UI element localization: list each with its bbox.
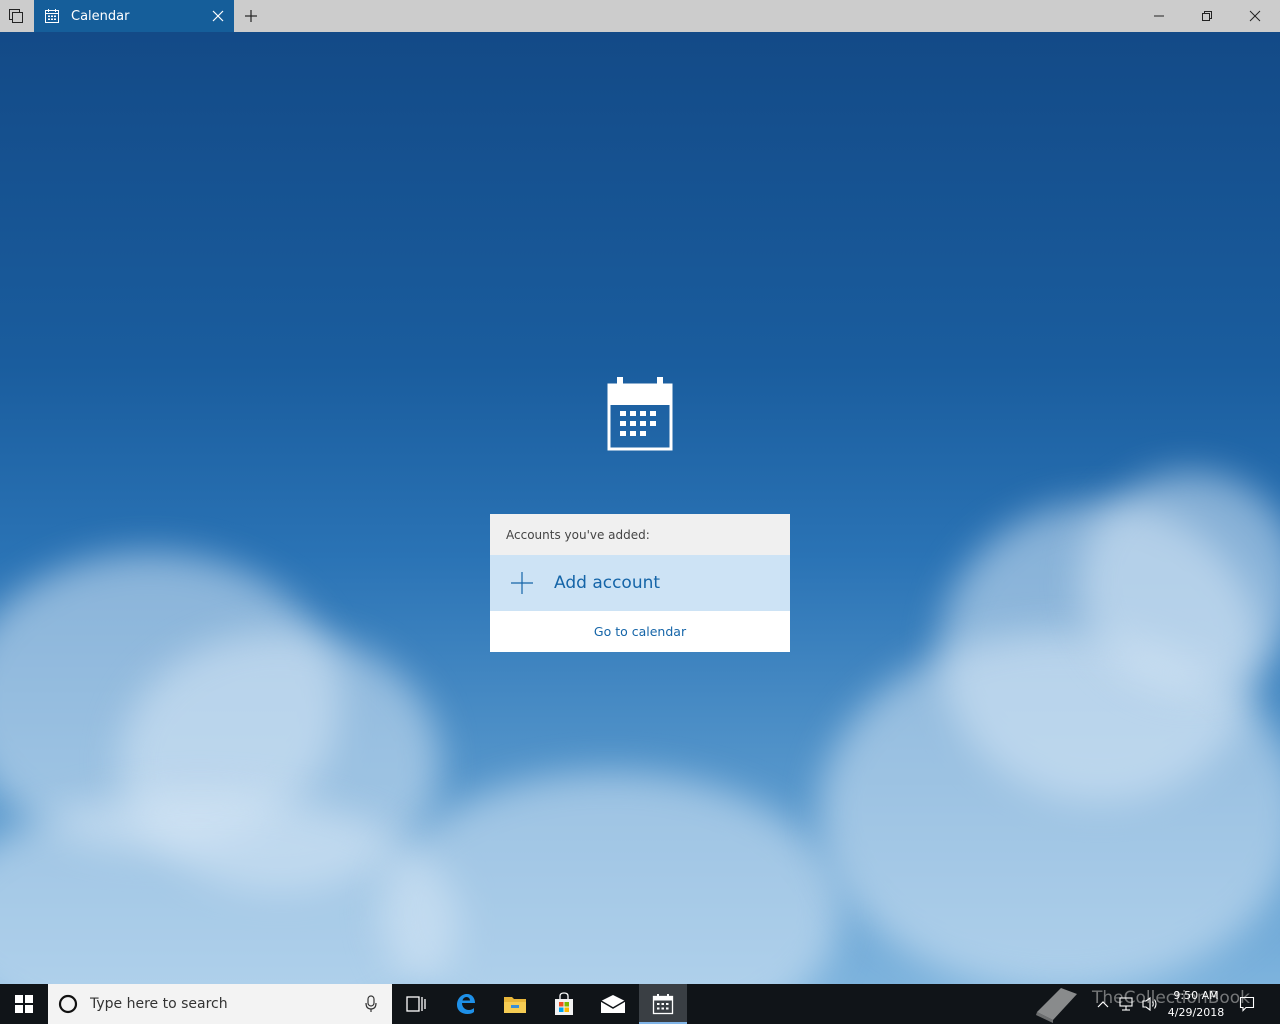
close-tab-icon[interactable] [210, 8, 226, 24]
volume-button[interactable] [1138, 984, 1162, 1024]
plus-icon [245, 10, 257, 22]
tabs-aside-icon [9, 9, 23, 23]
accounts-panel: Accounts you've added: Add account Go to… [490, 514, 790, 652]
system-clock[interactable]: 9:50 AM 4/29/2018 [1164, 987, 1228, 1021]
store-bag-icon [555, 992, 573, 1015]
plus-icon [511, 572, 533, 594]
close-window-button[interactable] [1232, 0, 1278, 32]
watermark-book-logo [1028, 984, 1084, 1024]
notification-icon [1239, 996, 1255, 1012]
tab-calendar[interactable]: Calendar [34, 0, 234, 32]
title-bar: Calendar [0, 0, 1280, 32]
task-view-icon [406, 996, 426, 1012]
cortana-icon [58, 994, 78, 1014]
file-explorer-button[interactable] [491, 984, 539, 1024]
set-aside-tabs-button[interactable] [0, 0, 32, 32]
chevron-up-icon [1097, 1001, 1109, 1008]
show-hidden-icons-button[interactable] [1092, 984, 1114, 1024]
windows-logo-icon [15, 995, 33, 1013]
restore-icon [1202, 11, 1212, 21]
close-icon [1249, 10, 1261, 22]
clock-time: 9:50 AM [1173, 989, 1219, 1002]
search-input[interactable] [88, 995, 352, 1013]
network-button[interactable] [1114, 984, 1138, 1024]
add-account-label: Add account [554, 573, 661, 593]
calendar-icon [652, 994, 674, 1015]
microphone-icon[interactable] [364, 995, 378, 1013]
speaker-icon [1142, 996, 1157, 1012]
book-icon [1036, 988, 1077, 1023]
app-background: Accounts you've added: Add account Go to… [0, 32, 1280, 984]
folder-icon [504, 997, 526, 1013]
add-account-button[interactable]: Add account [490, 555, 790, 611]
calendar-taskbar-button[interactable] [639, 984, 687, 1024]
network-icon [1119, 997, 1133, 1011]
mail-icon [600, 995, 626, 1013]
store-button[interactable] [540, 984, 588, 1024]
taskbar-search[interactable] [48, 984, 392, 1024]
start-button[interactable] [0, 984, 48, 1024]
accounts-header: Accounts you've added: [490, 514, 790, 555]
task-view-button[interactable] [392, 984, 440, 1024]
calendar-app-logo-icon [607, 377, 673, 451]
edge-icon [457, 994, 475, 1014]
new-tab-button[interactable] [235, 0, 267, 32]
action-center-button[interactable] [1234, 984, 1260, 1024]
minimize-icon [1154, 15, 1164, 17]
restore-button[interactable] [1184, 0, 1230, 32]
mail-button[interactable] [589, 984, 637, 1024]
calendar-icon [45, 9, 59, 23]
clock-date: 4/29/2018 [1167, 1006, 1225, 1019]
cloud-decoration [380, 772, 840, 984]
go-to-calendar-button[interactable]: Go to calendar [490, 611, 790, 652]
minimize-button[interactable] [1136, 0, 1182, 32]
taskbar: TheCollectionBook 9:50 AM 4/29/2018 [0, 984, 1280, 1024]
tab-title: Calendar [71, 8, 130, 24]
edge-browser-button[interactable] [442, 984, 490, 1024]
